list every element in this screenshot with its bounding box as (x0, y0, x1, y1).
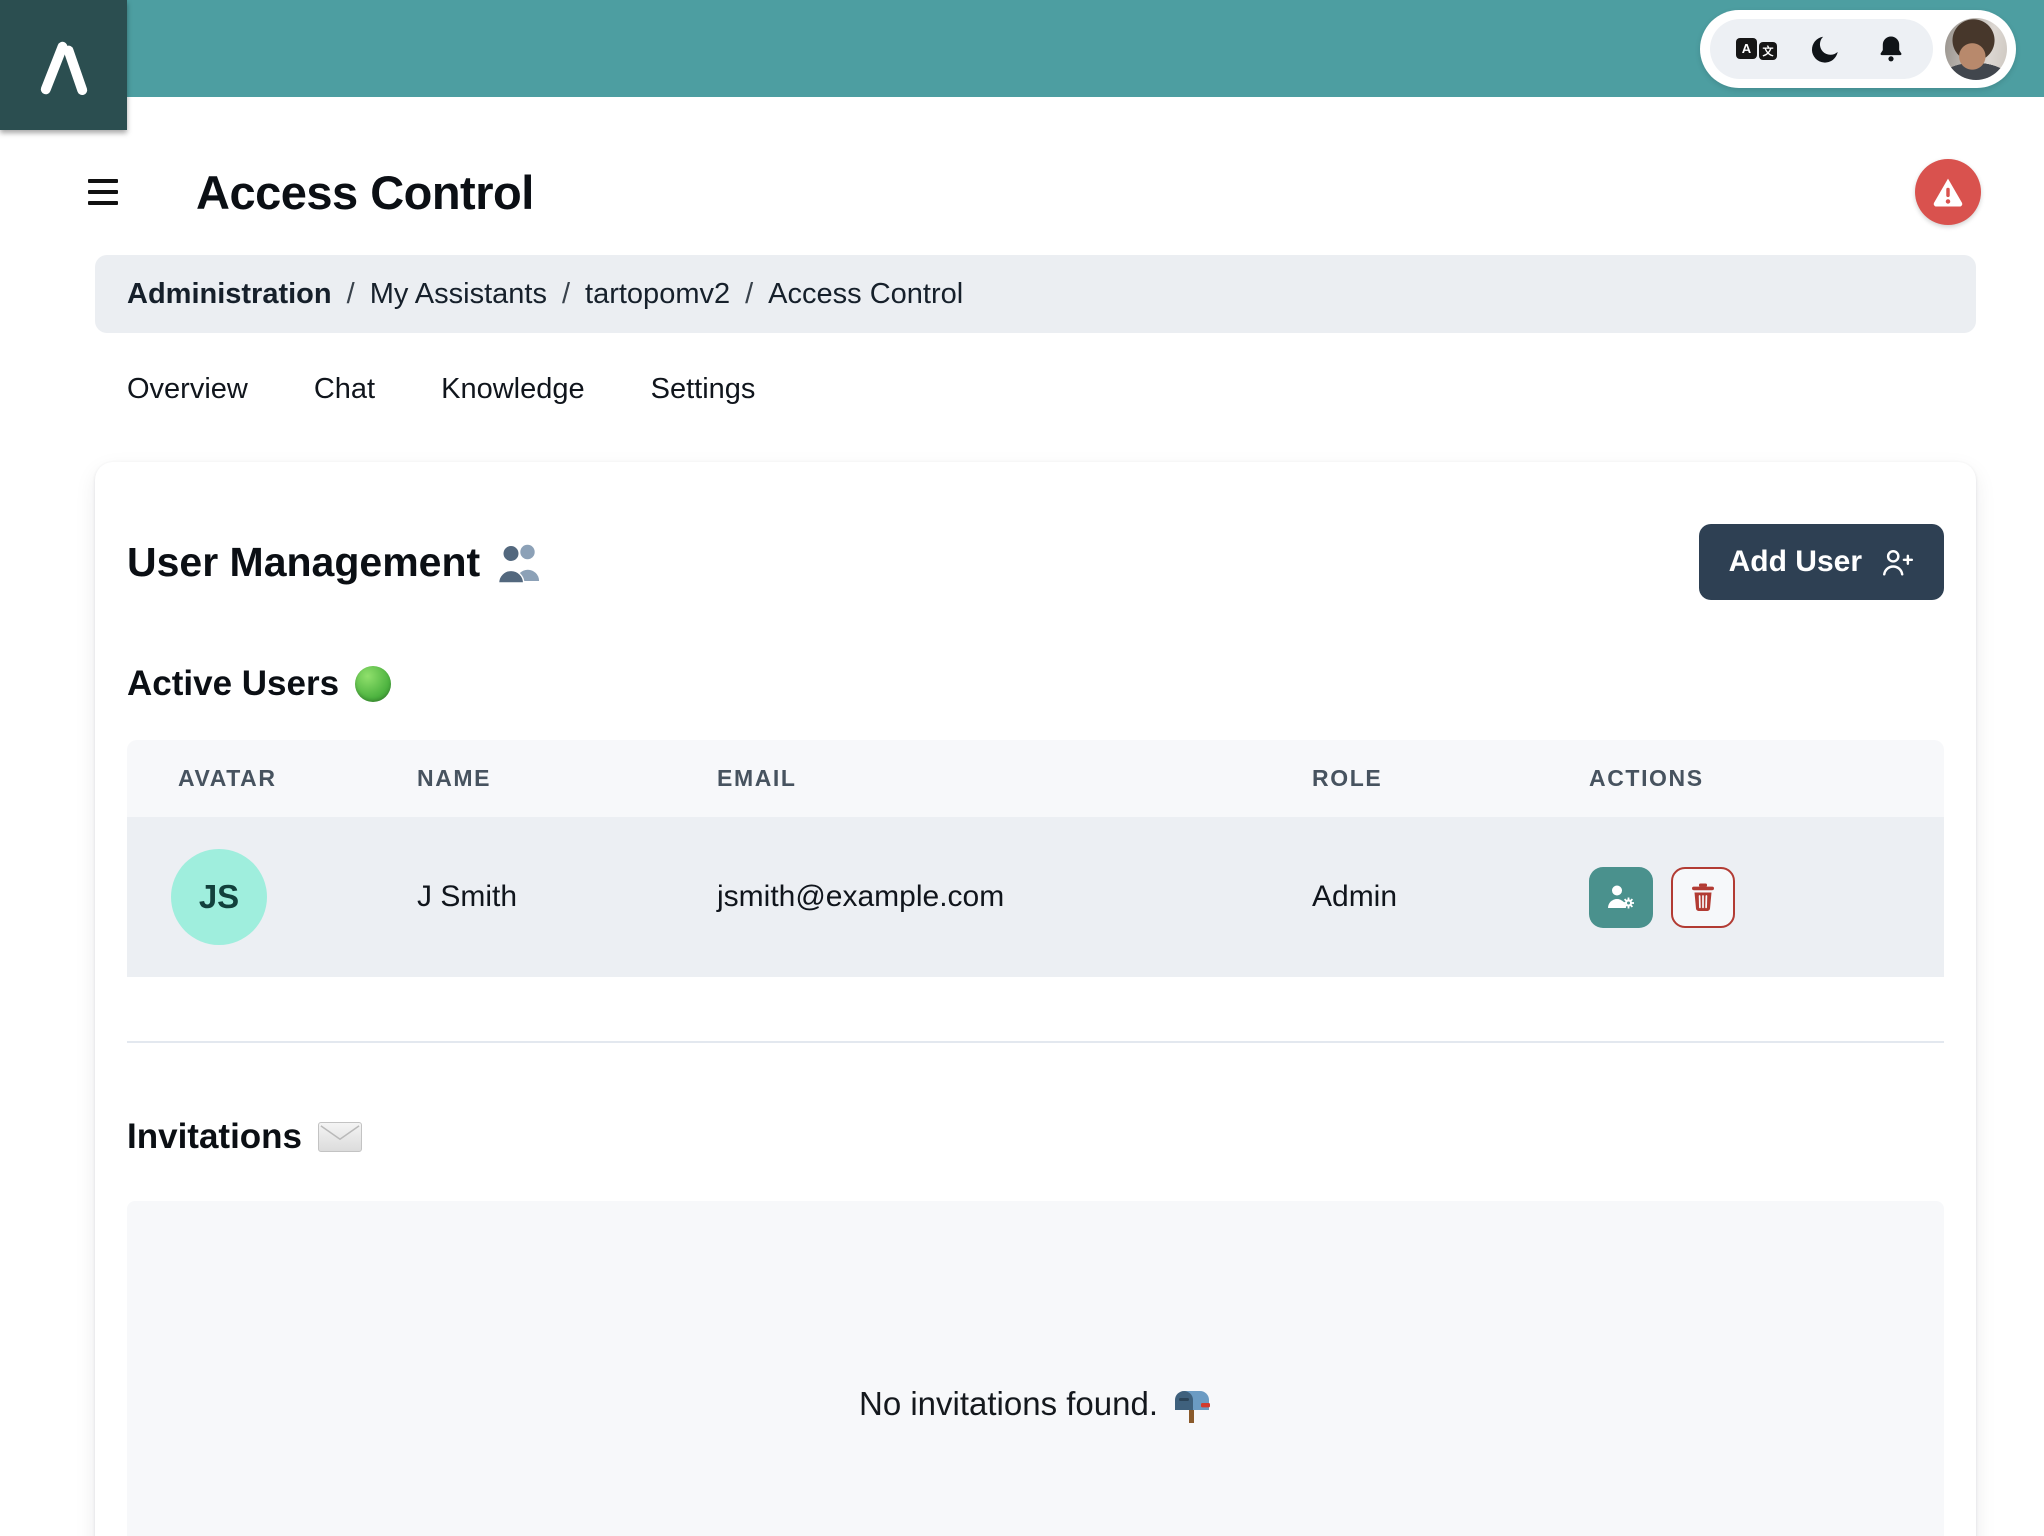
person-plus-icon (1883, 550, 1914, 576)
translate-glyph-a: A (1736, 38, 1757, 59)
breadcrumb-separator: / (346, 277, 355, 310)
column-actions: ACTIONS (1589, 740, 1944, 817)
closed-mailbox-icon (1175, 1391, 1210, 1423)
menu-icon[interactable] (88, 179, 118, 205)
column-email: EMAIL (717, 740, 1312, 817)
breadcrumb: Administration / My Assistants / tartopo… (95, 255, 1976, 333)
empty-message: No invitations found. (858, 1385, 1158, 1422)
breadcrumb-separator: / (561, 277, 571, 310)
column-avatar: AVATAR (127, 740, 417, 817)
breadcrumb-separator: / (745, 277, 754, 310)
envelope-icon (318, 1122, 363, 1152)
tab-knowledge[interactable]: Knowledge (441, 373, 585, 406)
table-row: JS J Smith jsmith@example.com Admin (127, 817, 1944, 977)
tab-settings[interactable]: Settings (651, 373, 756, 406)
breadcrumb-my-assistants[interactable]: My Assistants (370, 278, 547, 311)
translate-glyph-b: 文 (1759, 42, 1777, 60)
row-avatar: JS (171, 849, 267, 945)
mountain-logo-icon (40, 41, 87, 96)
translate-icon[interactable]: A 文 (1736, 38, 1777, 60)
table-header-row: AVATAR NAME EMAIL ROLE ACTIONS (127, 740, 1944, 817)
tab-overview[interactable]: Overview (127, 373, 248, 406)
delete-user-button[interactable] (1671, 866, 1735, 928)
add-user-button[interactable]: Add User (1698, 524, 1944, 600)
top-navigation-bar: A 文 (0, 0, 2044, 130)
breadcrumb-assistant-name[interactable]: tartopomv2 (585, 278, 730, 311)
moon-icon[interactable] (1809, 32, 1843, 66)
column-role: ROLE (1312, 740, 1589, 817)
breadcrumb-access-control[interactable]: Access Control (768, 278, 963, 311)
row-role: Admin (1312, 817, 1589, 977)
active-users-heading: Active Users (127, 664, 1944, 704)
user-management-heading: User Management (127, 539, 544, 586)
app-logo[interactable] (0, 0, 127, 130)
header-icon-group: A 文 (1710, 19, 1933, 79)
warning-triangle-icon (1933, 178, 1963, 207)
user-avatar[interactable] (1945, 18, 2007, 80)
row-name: J Smith (417, 817, 717, 977)
breadcrumb-administration[interactable]: Administration (127, 278, 332, 311)
invitations-heading: Invitations (127, 1117, 1944, 1157)
active-users-table: AVATAR NAME EMAIL ROLE ACTIONS JS J Smit… (127, 740, 1944, 977)
green-circle-icon (355, 666, 392, 702)
column-name: NAME (417, 740, 717, 817)
bell-icon[interactable] (1875, 33, 1907, 65)
page-title: Access Control (196, 165, 534, 219)
user-gear-icon (1608, 885, 1634, 909)
page-header: Access Control (0, 159, 2044, 225)
alert-button[interactable] (1915, 159, 1981, 225)
manage-user-button[interactable] (1589, 866, 1653, 928)
trash-icon (1692, 883, 1714, 911)
section-divider (127, 1041, 1944, 1043)
row-email: jsmith@example.com (717, 817, 1312, 977)
invitations-empty-state: No invitations found. (127, 1201, 1944, 1536)
header-toolbar: A 文 (1700, 10, 2016, 88)
busts-in-silhouette-icon (497, 544, 540, 583)
section-tabs: Overview Chat Knowledge Settings (95, 373, 1976, 406)
tab-chat[interactable]: Chat (314, 373, 375, 406)
user-management-card: User Management Add User Active Users AV… (95, 462, 1976, 1536)
